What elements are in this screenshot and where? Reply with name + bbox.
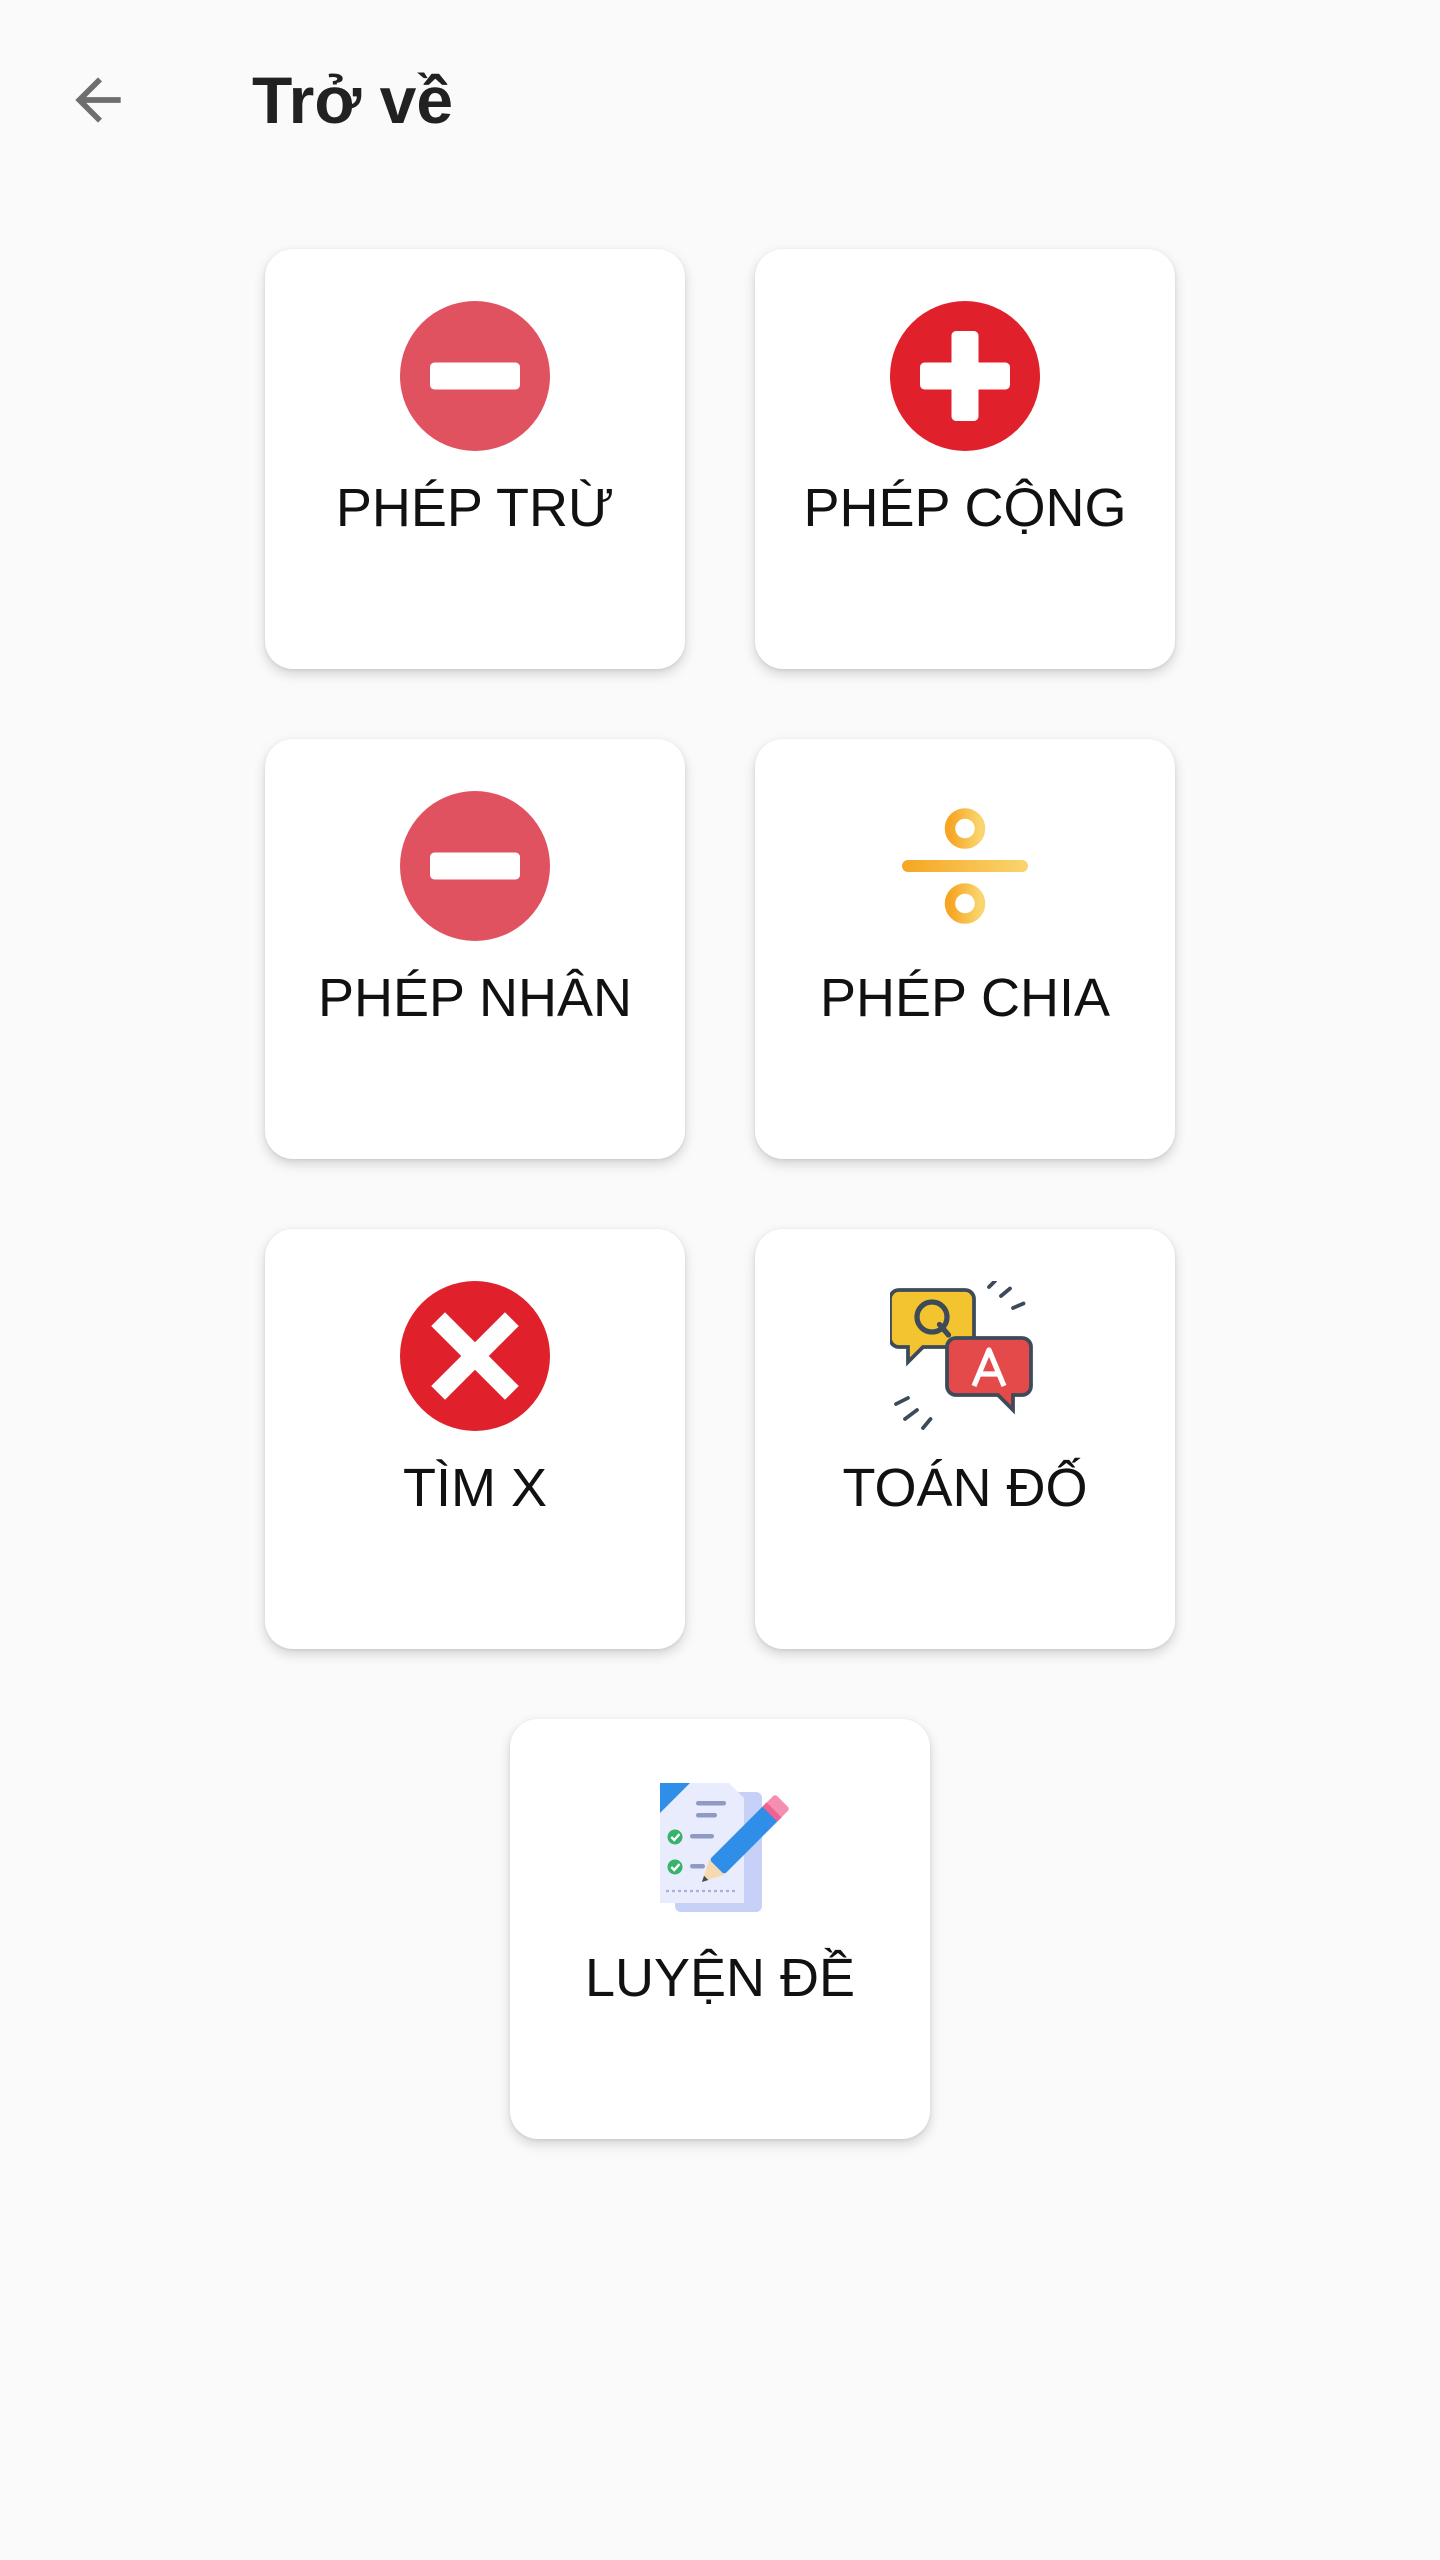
screen: Trở về PHÉP TRỪ PHÉP CỘNG PHÉP NHÂN PHÉP…: [0, 0, 1440, 2560]
card-division[interactable]: PHÉP CHIA: [755, 739, 1175, 1159]
minus-circle-icon: [400, 301, 550, 451]
card-practice-test[interactable]: LUYỆN ĐỀ: [510, 1719, 930, 2139]
card-label: TÌM X: [403, 1458, 547, 1518]
card-subtraction[interactable]: PHÉP TRỪ: [265, 249, 685, 669]
card-multiplication[interactable]: PHÉP NHÂN: [265, 739, 685, 1159]
page-title: Trở về: [252, 63, 454, 137]
card-label: PHÉP CHIA: [819, 968, 1111, 1028]
card-word-problems[interactable]: TOÁN ĐỐ: [755, 1229, 1175, 1649]
app-bar: Trở về: [0, 0, 1440, 196]
qa-speech-bubbles-icon: [890, 1281, 1040, 1431]
exam-document-pencil-icon: [645, 1771, 795, 1921]
back-button[interactable]: [48, 50, 148, 150]
minus-circle-icon: [400, 791, 550, 941]
x-circle-icon: [400, 1281, 550, 1431]
card-label: PHÉP CỘNG: [803, 478, 1127, 538]
card-label: TOÁN ĐỐ: [842, 1458, 1088, 1518]
card-find-x[interactable]: TÌM X: [265, 1229, 685, 1649]
card-label: PHÉP NHÂN: [317, 968, 633, 1028]
card-addition[interactable]: PHÉP CỘNG: [755, 249, 1175, 669]
divide-icon: [890, 791, 1040, 941]
card-label: PHÉP TRỪ: [335, 478, 615, 538]
arrow-back-icon: [75, 77, 121, 123]
card-label: LUYỆN ĐỀ: [584, 1948, 856, 2008]
plus-circle-icon: [890, 301, 1040, 451]
